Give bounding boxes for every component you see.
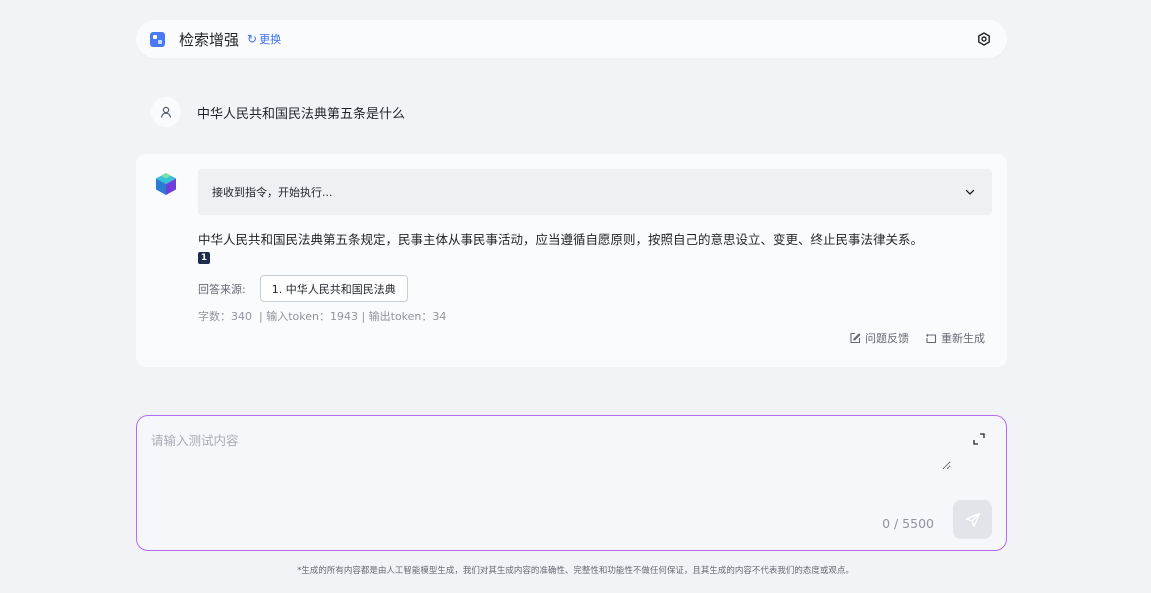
answer-text-block: 中华人民共和国民法典第五条规定，民事主体从事民事活动，应当遵循自愿原则，按照自己… (198, 232, 992, 264)
top-bar: 检索增强 ↻ 更换 (136, 20, 1007, 58)
switch-button[interactable]: 更换 (259, 31, 281, 47)
source-row: 回答来源: 1. 中华人民共和国民法典 (198, 275, 408, 302)
answer-card: 接收到指令，开始执行... 中华人民共和国民法典第五条规定，民事主体从事民事活动… (136, 154, 1007, 367)
chat-input-box: 0 / 5500 (136, 415, 1007, 551)
expand-icon[interactable] (972, 432, 986, 446)
chat-input[interactable] (151, 430, 951, 470)
page-title: 检索增强 (179, 30, 240, 49)
bot-cube-icon (156, 173, 176, 195)
app-icon (150, 31, 165, 47)
chevron-down-icon[interactable] (964, 186, 976, 198)
user-icon (160, 106, 172, 118)
feedback-button[interactable]: 问题反馈 (849, 330, 909, 346)
user-question-text: 中华人民共和国民法典第五条是什么 (197, 106, 406, 122)
answer-actions: 问题反馈 重新生成 (849, 330, 985, 346)
char-counter: 0 / 5500 (882, 516, 934, 531)
send-button[interactable] (953, 500, 992, 539)
token-stats: 字数：340 | 输入token：1943 | 输出token：34 (198, 310, 447, 323)
status-collapse-bar[interactable]: 接收到指令，开始执行... (198, 169, 992, 215)
feedback-label: 问题反馈 (865, 332, 909, 345)
status-text: 接收到指令，开始执行... (212, 186, 333, 199)
refresh-icon[interactable]: ↻ (247, 32, 257, 46)
source-chip[interactable]: 1. 中华人民共和国民法典 (259, 275, 408, 302)
regenerate-icon (926, 333, 937, 344)
regenerate-label: 重新生成 (941, 332, 985, 345)
user-avatar (151, 97, 181, 127)
regenerate-button[interactable]: 重新生成 (925, 330, 985, 346)
user-message: 中华人民共和国民法典第五条是什么 (136, 96, 1007, 128)
source-label: 回答来源: (198, 282, 246, 296)
answer-text: 中华人民共和国民法典第五条规定，民事主体从事民事活动，应当遵循自愿原则，按照自己… (198, 232, 924, 247)
settings-icon[interactable] (975, 30, 993, 48)
edit-icon (850, 332, 861, 344)
send-icon (965, 512, 980, 527)
citation-marker[interactable]: 1 (198, 252, 210, 264)
disclaimer-text: *生成的所有内容都是由人工智能模型生成，我们对其生成内容的准确性、完整性和功能性… (297, 566, 854, 576)
